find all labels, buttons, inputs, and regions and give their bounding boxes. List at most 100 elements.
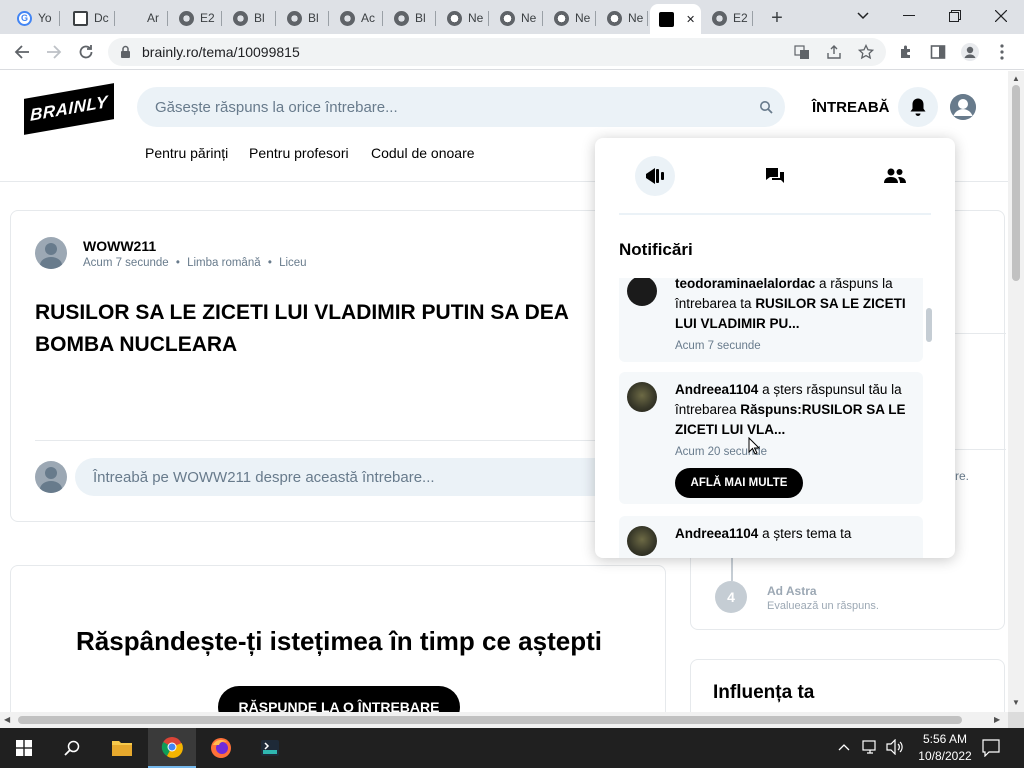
browser-tab[interactable]: Ne	[598, 4, 648, 32]
tab-label: Ne	[575, 11, 591, 25]
clock-date: 10/8/2022	[918, 749, 972, 763]
notification-text: Andreea1104 a șters răspunsul tău la înt…	[675, 382, 906, 437]
megaphone-icon	[646, 168, 664, 184]
network-icon[interactable]	[862, 739, 880, 760]
start-button[interactable]	[0, 728, 48, 768]
notification-center-icon[interactable]	[982, 739, 1000, 762]
ask-author-input[interactable]: Întreabă pe WOWW211 despre această între…	[75, 458, 635, 496]
browser-tab-strip: G Yo Dc Ar E2 Bl Bl Ac Bl Ne Ne Ne Ne ✕ E2 +	[0, 0, 1024, 34]
browser-tab[interactable]: ✕	[650, 4, 701, 34]
forward-button[interactable]	[42, 40, 66, 64]
notification-item[interactable]: Andreea1104 a șters răspunsul tău la înt…	[619, 372, 923, 504]
notifications-list[interactable]: teodoraminaelalordac a răspuns la întreb…	[595, 278, 955, 558]
search-icon[interactable]	[759, 100, 773, 114]
translate-button[interactable]	[792, 42, 812, 62]
globe-icon	[287, 10, 302, 26]
brainly-logo[interactable]: BRAINLY	[24, 83, 114, 135]
globe-icon	[233, 10, 248, 26]
popup-scrollbar-thumb[interactable]	[926, 308, 932, 342]
close-tab-icon[interactable]: ✕	[686, 13, 695, 26]
arrow-right-icon	[47, 45, 62, 59]
tab-friends[interactable]	[875, 156, 915, 196]
bookmark-button[interactable]	[856, 42, 876, 62]
tab-search-button[interactable]	[840, 0, 886, 32]
ask-question-link[interactable]: ÎNTREABĂ	[812, 99, 890, 116]
system-clock[interactable]: 5:56 AM 10/8/2022	[915, 731, 975, 765]
app-taskbar-button[interactable]	[246, 728, 294, 768]
promo-card: Răspândește-ți istețimea în timp ce aște…	[10, 565, 666, 712]
close-window-button[interactable]	[978, 0, 1024, 32]
notification-item[interactable]: teodoraminaelalordac a răspuns la întreb…	[619, 278, 923, 362]
browser-tab[interactable]: Dc	[64, 4, 115, 32]
question-subject[interactable]: Limba română	[187, 257, 261, 269]
browser-tab[interactable]: Bl	[224, 4, 276, 32]
browser-tab[interactable]: Ar	[117, 4, 168, 32]
author-name[interactable]: WOWW211	[83, 238, 156, 254]
firefox-taskbar-button[interactable]	[197, 728, 245, 768]
nav-parents-link[interactable]: Pentru părinți	[145, 145, 228, 161]
scroll-left-icon[interactable]: ◀	[4, 715, 10, 724]
tab-label: E2	[733, 11, 748, 25]
notification-avatar	[627, 382, 657, 412]
browser-tab[interactable]: Ne	[438, 4, 489, 32]
tray-chevron-icon[interactable]	[838, 740, 850, 754]
restore-button[interactable]	[932, 0, 978, 32]
minimize-button[interactable]	[886, 0, 932, 32]
scroll-up-icon[interactable]: ▲	[1012, 74, 1020, 83]
chrome-icon	[500, 10, 515, 26]
search-input[interactable]	[155, 97, 735, 117]
notifications-button[interactable]	[898, 87, 938, 127]
vertical-scroll-thumb[interactable]	[1012, 85, 1020, 281]
horizontal-scrollbar[interactable]: ◀ ▶	[0, 712, 1008, 728]
terminal-app-icon	[261, 740, 279, 756]
tab-notifications[interactable]	[635, 156, 675, 196]
browser-tab[interactable]: Ne	[545, 4, 596, 32]
scroll-down-icon[interactable]: ▼	[1012, 698, 1020, 707]
chrome-taskbar-button[interactable]	[148, 728, 196, 768]
browser-tab[interactable]: Ac	[331, 4, 383, 32]
notification-user[interactable]: Andreea1104	[675, 382, 758, 397]
current-user-avatar	[35, 461, 67, 493]
file-explorer-button[interactable]	[98, 728, 146, 768]
new-tab-button[interactable]: +	[765, 6, 789, 30]
horizontal-scroll-thumb[interactable]	[18, 716, 962, 724]
browser-tab[interactable]: Ne	[491, 4, 543, 32]
chrome-icon	[447, 10, 462, 26]
reload-button[interactable]	[74, 40, 98, 64]
browser-tab[interactable]: Bl	[278, 4, 329, 32]
nav-honor-code-link[interactable]: Codul de onoare	[371, 145, 475, 161]
windows-icon	[16, 740, 32, 756]
notification-user[interactable]: teodoraminaelalordac	[675, 278, 815, 291]
learn-more-button[interactable]: AFLĂ MAI MULTE	[675, 468, 803, 498]
answer-question-button[interactable]: RĂSPUNDE LA O ÎNTREBARE	[218, 686, 460, 712]
address-bar[interactable]: brainly.ro/tema/10099815	[108, 38, 886, 66]
globe-icon	[394, 10, 409, 26]
browser-tab[interactable]: E2	[703, 4, 753, 32]
nav-teachers-link[interactable]: Pentru profesori	[249, 145, 349, 161]
vertical-scrollbar[interactable]: ▲ ▼	[1008, 71, 1024, 712]
restore-icon	[949, 10, 961, 22]
doc-icon	[73, 10, 88, 26]
share-button[interactable]	[824, 42, 844, 62]
browser-tab[interactable]: E2	[170, 4, 222, 32]
tab-messages[interactable]	[755, 156, 795, 196]
globe-icon	[340, 10, 355, 26]
back-button[interactable]	[10, 40, 34, 64]
user-avatar-button[interactable]	[950, 94, 976, 120]
author-avatar[interactable]	[35, 237, 67, 269]
notification-item[interactable]: Andreea1104 a șters tema ta	[619, 516, 923, 558]
browser-tab[interactable]: Bl	[385, 4, 436, 32]
notification-user[interactable]: Andreea1104	[675, 526, 758, 541]
more-vert-icon	[1000, 44, 1004, 60]
volume-icon[interactable]	[886, 738, 904, 760]
scroll-right-icon[interactable]: ▶	[994, 715, 1000, 724]
extensions-button[interactable]	[894, 40, 918, 64]
taskbar-search-button[interactable]	[48, 728, 96, 768]
side-panel-button[interactable]	[926, 40, 950, 64]
notifications-popup: Notificări teodoraminaelalordac a răspun…	[595, 138, 955, 558]
browser-menu-button[interactable]	[990, 40, 1014, 64]
browser-toolbar: brainly.ro/tema/10099815	[0, 34, 1024, 70]
reload-icon	[79, 45, 93, 59]
profile-button[interactable]	[958, 40, 982, 64]
browser-tab[interactable]: G Yo	[8, 4, 60, 32]
